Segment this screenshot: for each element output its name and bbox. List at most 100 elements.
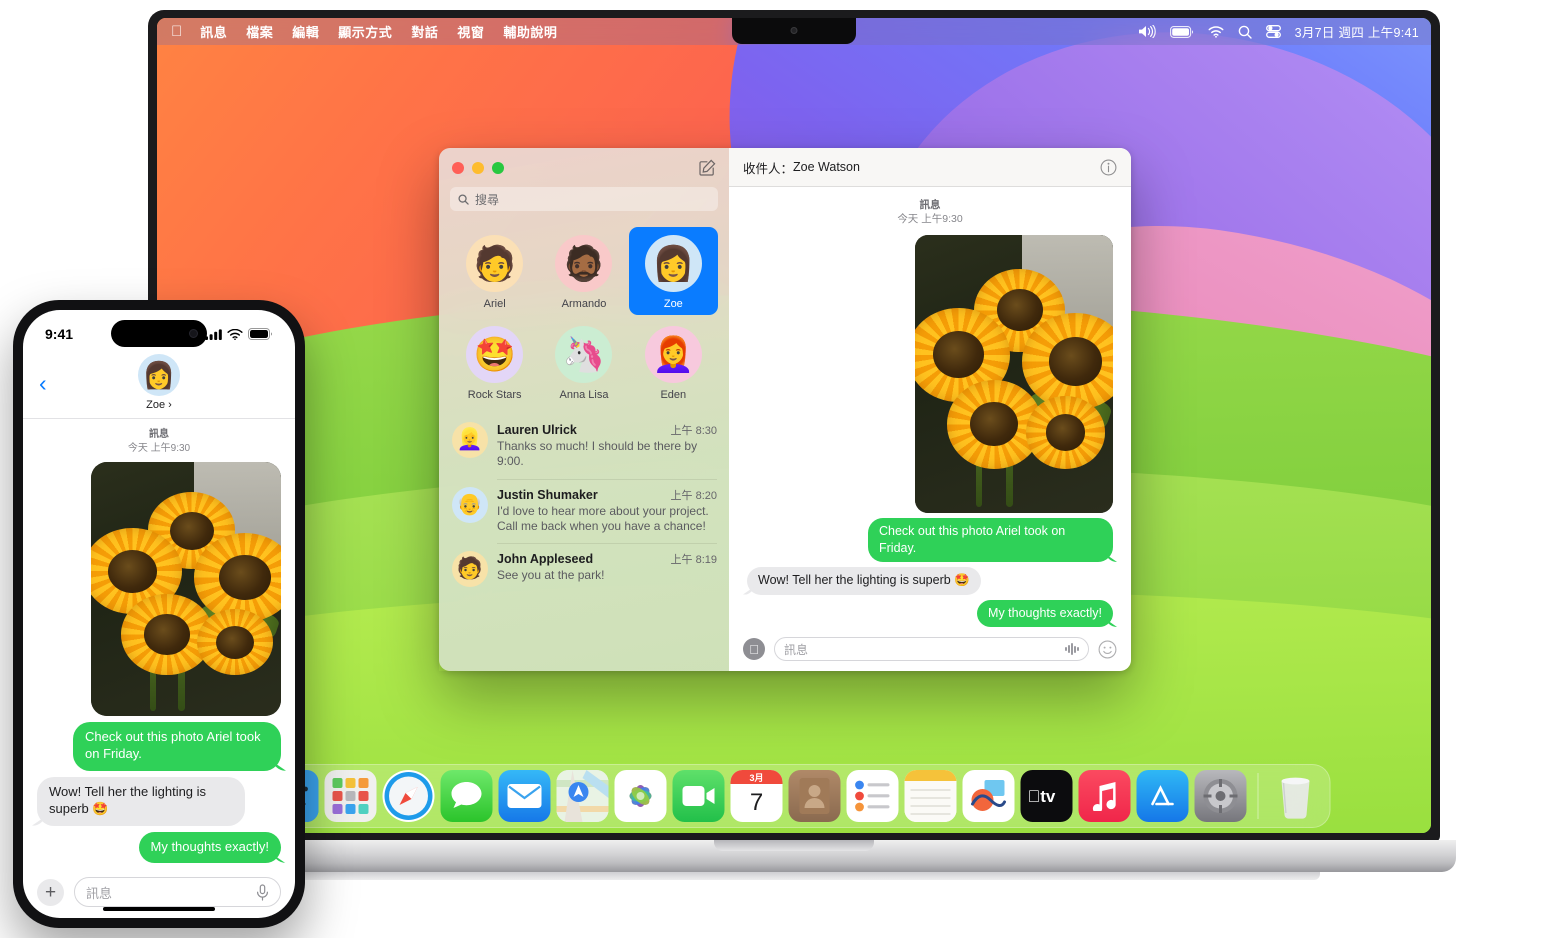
message-input[interactable]: 訊息 xyxy=(774,637,1089,661)
memoji-eden-avatar: 👩‍🦰 xyxy=(644,326,702,383)
pinned-zoe[interactable]: 👩 Zoe xyxy=(628,227,718,315)
thread-timestamp: 訊息 今天 上午9:30 xyxy=(747,198,1113,226)
emoji-icon[interactable] xyxy=(1098,640,1117,659)
menu-item-edit[interactable]: 編輯 xyxy=(292,22,319,41)
pinned-anna-lisa[interactable]: 🦄 Anna Lisa xyxy=(539,318,628,406)
disclosure-chevron-icon: › xyxy=(168,399,172,411)
menu-item-window[interactable]: 視窗 xyxy=(457,22,484,41)
zoom-button[interactable] xyxy=(492,161,504,174)
dock-item-reminders[interactable] xyxy=(846,770,899,822)
pinned-ariel[interactable]: 🧑 Ariel xyxy=(450,227,539,315)
dock-item-contacts[interactable] xyxy=(788,770,841,822)
memoji-zoe-avatar[interactable]: 👩 xyxy=(138,354,180,396)
dock-item-calendar[interactable]: 3月 7 xyxy=(730,770,783,822)
dock-item-trash[interactable] xyxy=(1270,770,1322,822)
memoji-ariel-avatar: 🧑 xyxy=(466,235,524,292)
message-bubble-outgoing[interactable]: Check out this photo Ariel took on Frida… xyxy=(73,722,281,771)
list-item[interactable]: 🧑 John Appleseed 上午 8:19 See you at the … xyxy=(439,543,729,596)
dock-item-appletv[interactable]: tv xyxy=(1020,770,1073,822)
sidebar-titlebar xyxy=(439,148,729,187)
menu-item-view[interactable]: 顯示方式 xyxy=(338,22,392,41)
battery-icon xyxy=(248,328,273,340)
dynamic-island xyxy=(111,320,207,347)
emoji-unicorn-avatar: 🦄 xyxy=(555,326,613,383)
sunflowers-photo[interactable] xyxy=(915,235,1113,513)
message-input-placeholder: 訊息 xyxy=(86,885,113,901)
thread-time: 今天 上午9:30 xyxy=(127,442,191,454)
contact-name[interactable]: Zoe › xyxy=(146,399,172,411)
pinned-label: Eden xyxy=(660,389,687,401)
conversation-name: Justin Shumaker xyxy=(497,487,598,502)
wifi-icon[interactable] xyxy=(1208,25,1224,38)
menu-item-conversation[interactable]: 對話 xyxy=(411,22,438,41)
conversation-time: 上午 8:30 xyxy=(670,425,717,437)
iphone-screen: 9:41 ‹ 👩 Zoe › 訊息 今天 上午9:30 Check out th… xyxy=(23,310,295,918)
dock-item-photos[interactable] xyxy=(614,770,667,822)
minimize-button[interactable] xyxy=(472,161,484,174)
conversation-preview: See you at the park! xyxy=(497,568,605,583)
dock-item-messages[interactable] xyxy=(440,770,493,822)
pinned-rock-stars[interactable]: 🤩 Rock Stars xyxy=(450,318,539,406)
info-icon[interactable] xyxy=(1100,159,1117,176)
list-item[interactable]: 👴 Justin Shumaker 上午 8:20 I'd love to he… xyxy=(439,478,729,544)
recipient-name[interactable]: Zoe Watson xyxy=(793,160,860,174)
control-center-icon[interactable] xyxy=(1265,25,1281,38)
apple-logo-icon[interactable]:  xyxy=(171,24,182,39)
contact-name-text: Zoe xyxy=(146,399,166,411)
pinned-eden[interactable]: 👩‍🦰 Eden xyxy=(629,318,718,406)
pinned-armando[interactable]: 🧔🏾 Armando xyxy=(539,227,628,315)
macbook-lid:  訊息 檔案 編輯 顯示方式 對話 視窗 輔助說明 xyxy=(148,10,1440,842)
thread-timestamp: 訊息 今天 上午9:30 xyxy=(37,428,281,455)
dock-item-launchpad[interactable] xyxy=(324,770,377,822)
message-bubble-incoming[interactable]: Wow! Tell her the lighting is superb 🤩 xyxy=(37,776,245,826)
menu-item-file[interactable]: 檔案 xyxy=(246,22,273,41)
conversation-preview: I'd love to hear more about your project… xyxy=(497,503,709,534)
messages-sidebar: 搜尋 🧑 Ariel 🧔🏾 Armando 👩 Zoe 🤩 Rock Stars… xyxy=(439,148,729,671)
message-thread: 訊息 今天 上午9:30 Check out this photo Ariel … xyxy=(729,187,1131,627)
memoji-john-avatar: 🧑 xyxy=(452,551,488,588)
message-input-placeholder: 訊息 xyxy=(784,642,809,657)
macbook-device:  訊息 檔案 編輯 顯示方式 對話 視窗 輔助說明 xyxy=(132,10,1456,880)
menu-bar-clock[interactable]: 3月7日 週四 上午9:41 xyxy=(1295,22,1419,41)
dock-item-music[interactable] xyxy=(1078,770,1131,822)
message-bubble-outgoing[interactable]: Check out this photo Ariel took on Frida… xyxy=(868,518,1113,562)
search-input[interactable]: 搜尋 xyxy=(450,187,718,211)
message-bubble-incoming[interactable]: Wow! Tell her the lighting is superb 🤩 xyxy=(747,567,981,595)
macbook-notch xyxy=(732,18,856,44)
pinned-label: Anna Lisa xyxy=(559,389,609,401)
message-bubble-outgoing[interactable]: My thoughts exactly! xyxy=(138,831,281,864)
audio-waveform-icon[interactable] xyxy=(1065,643,1079,655)
dock-item-mail[interactable] xyxy=(498,770,551,822)
memoji-zoe-avatar: 👩 xyxy=(644,235,702,292)
memoji-lauren-avatar: 👱‍♀️ xyxy=(452,422,488,458)
dock-item-system-settings[interactable] xyxy=(1194,770,1247,822)
dock-item-appstore[interactable] xyxy=(1136,770,1189,822)
dock-item-notes[interactable] xyxy=(904,770,957,822)
battery-icon[interactable] xyxy=(1169,25,1194,38)
sunflowers-photo[interactable] xyxy=(91,462,281,716)
menu-item-messages[interactable]: 訊息 xyxy=(200,22,227,41)
volume-icon[interactable] xyxy=(1138,25,1156,38)
conversation-time: 上午 8:19 xyxy=(670,554,717,567)
list-item[interactable]: 👱‍♀️ Lauren Ulrick 上午 8:30 Thanks so muc… xyxy=(439,414,729,479)
dock-item-maps[interactable] xyxy=(556,770,609,822)
dock-item-freeform[interactable] xyxy=(962,770,1015,822)
message-input[interactable]: 訊息 xyxy=(74,877,281,907)
app-store-icon[interactable]:  xyxy=(743,638,765,660)
conversation-preview: Thanks so much! I should be there by 9:0… xyxy=(497,439,698,469)
window-controls xyxy=(452,161,504,174)
menu-bar-items: 訊息 檔案 編輯 顯示方式 對話 視窗 輔助說明 xyxy=(200,22,557,41)
dock-item-facetime[interactable] xyxy=(672,770,725,822)
search-icon[interactable] xyxy=(1238,25,1252,39)
message-bubble-outgoing[interactable]: My thoughts exactly! xyxy=(977,599,1113,627)
back-chevron-icon[interactable]: ‹ xyxy=(39,372,47,395)
menu-item-help[interactable]: 輔助說明 xyxy=(503,22,557,41)
plus-icon[interactable]: + xyxy=(37,878,64,906)
compose-icon[interactable] xyxy=(699,159,716,176)
close-button[interactable] xyxy=(452,161,464,174)
dock-item-safari[interactable] xyxy=(382,770,435,822)
status-time: 9:41 xyxy=(45,326,74,342)
microphone-icon[interactable] xyxy=(256,883,269,901)
front-camera-icon xyxy=(189,329,198,338)
menu-bar-status: 3月7日 週四 上午9:41 xyxy=(1138,22,1419,41)
